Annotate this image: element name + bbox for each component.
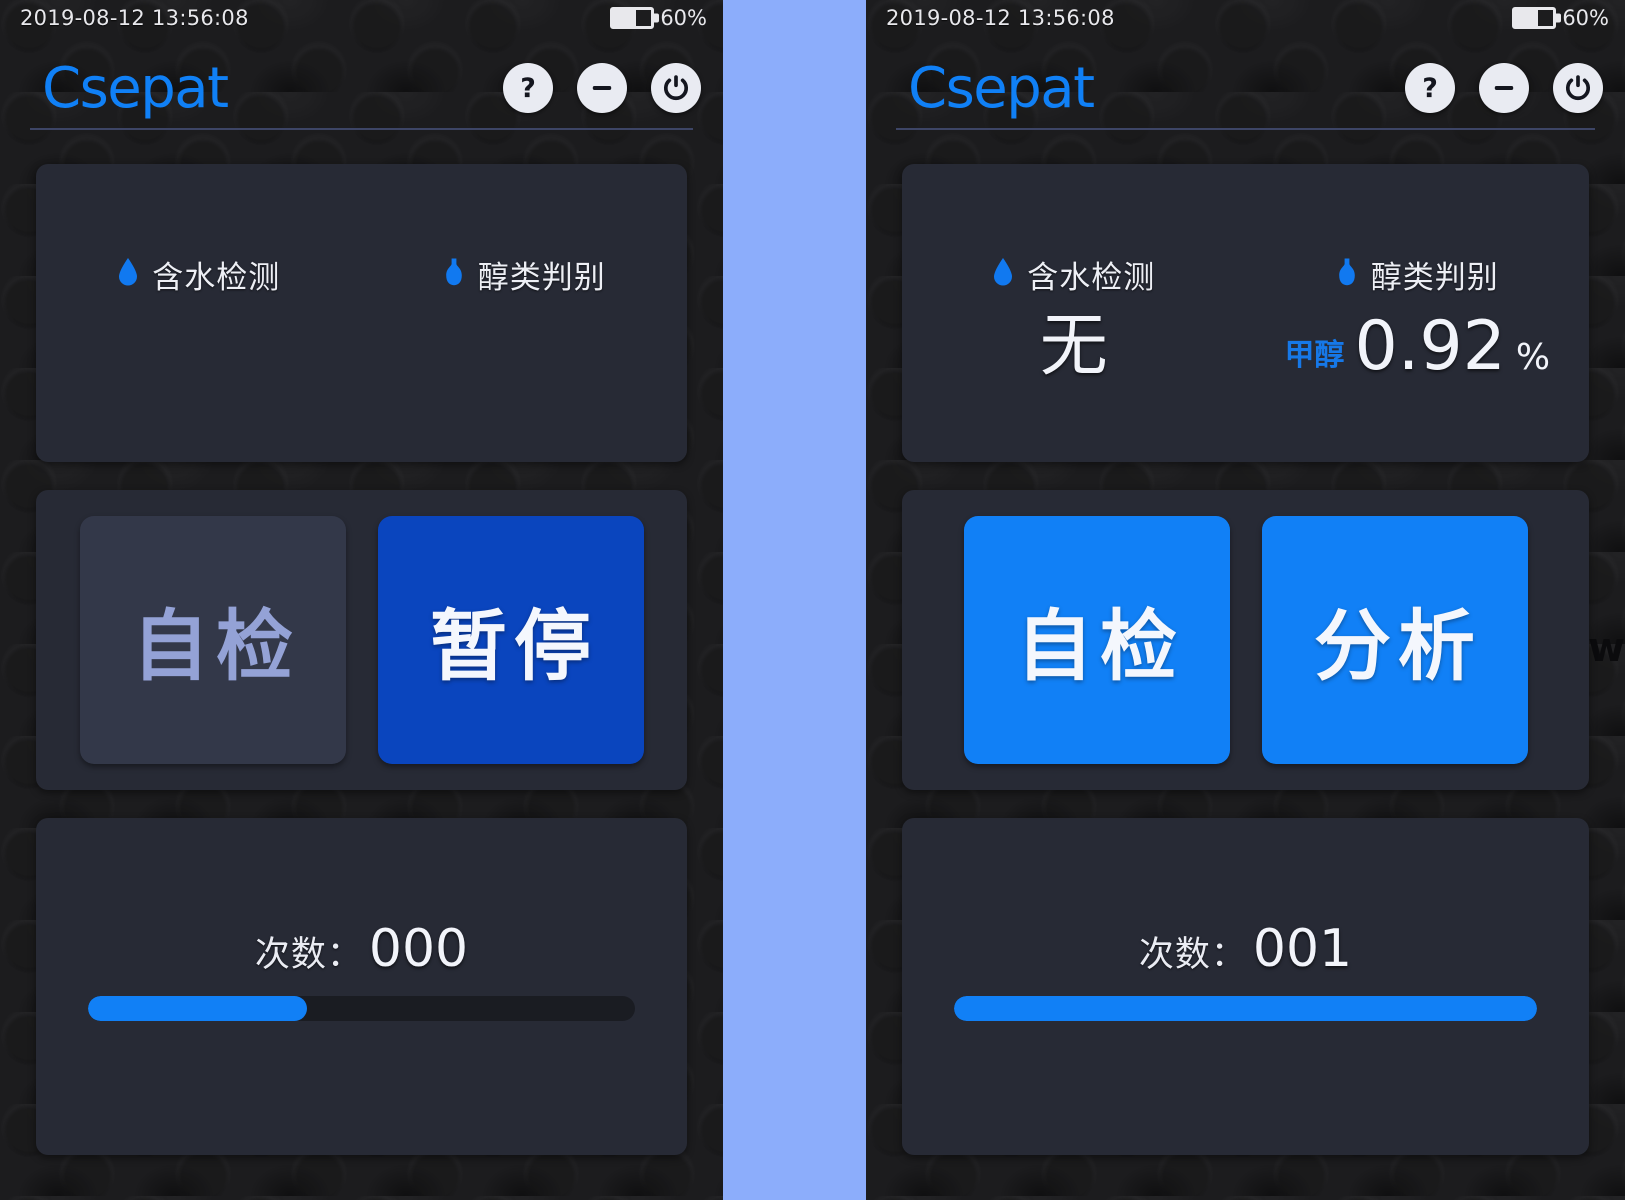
app-brand-title: Csepat [908,55,1095,121]
status-datetime: 2019-08-12 13:56:08 [886,6,1115,30]
water-result-label: 含水检测 [152,260,281,295]
action-card: 自检 分析 [902,490,1589,790]
progress-fill [954,996,1537,1021]
svg-text:?: ? [1422,73,1438,104]
alcohol-result-block: 醇类判别 [362,164,688,462]
water-drop-icon [992,257,1014,292]
self-check-button[interactable]: 自检 [963,516,1230,764]
power-icon[interactable] [1553,63,1603,113]
device-panel-right: 2019-08-12 13:56:08 60% Csepat ? 含水检测 无 … [866,0,1625,1200]
bottle-icon [443,257,465,292]
action-card: 自检 暂停 [36,490,687,790]
header-divider [896,128,1595,130]
alcohol-result-prefix: 甲醇 [1284,339,1345,372]
app-root: 2019-08-12 13:56:08 60% Csepat ? 含水检测 醇类… [0,0,1625,1200]
water-drop-icon [117,257,139,292]
status-datetime: 2019-08-12 13:56:08 [20,6,249,30]
status-bar: 2019-08-12 13:56:08 60% [866,0,1625,36]
svg-text:?: ? [520,73,536,104]
app-header: Csepat ? [866,46,1625,130]
progress-bar[interactable] [88,996,635,1021]
counter-value: 000 [368,919,469,979]
water-result-value: 无 [1039,307,1108,386]
header-divider [30,128,693,130]
status-bar: 2019-08-12 13:56:08 60% [0,0,723,36]
counter-value: 001 [1252,919,1353,979]
header-icon-group: ? [503,63,701,113]
water-result-value-row: 无 [1030,313,1118,381]
battery-icon [610,7,655,29]
result-card: 含水检测 醇类判别 [36,164,687,462]
analyze-button[interactable]: 分析 [1261,516,1528,764]
help-icon[interactable]: ? [503,63,553,113]
counter-label: 次数： [254,935,363,974]
water-result-block: 含水检测 无 [902,164,1246,462]
app-brand-title: Csepat [42,55,229,121]
battery-percent: 60% [1562,6,1609,30]
counter-label: 次数： [1138,935,1247,974]
app-header: Csepat ? [0,46,723,130]
bottle-icon [1336,257,1358,292]
counter-card: 次数： 001 [902,818,1589,1155]
battery-percent: 60% [660,6,707,30]
water-result-block: 含水检测 [36,164,362,462]
alcohol-result-block: 醇类判别 甲醇 0.92 % [1246,164,1590,462]
progress-fill [88,996,307,1021]
power-icon[interactable] [651,63,701,113]
alcohol-result-label: 醇类判别 [477,260,606,295]
pause-button[interactable]: 暂停 [377,516,644,764]
progress-bar[interactable] [954,996,1537,1021]
alcohol-result-label: 醇类判别 [1370,260,1499,295]
counter-card: 次数： 000 [36,818,687,1155]
alcohol-result-value: 0.92 [1354,307,1506,386]
alcohol-result-unit: % [1515,337,1551,378]
minimize-icon[interactable] [577,63,627,113]
self-check-button[interactable]: 自检 [79,516,346,764]
result-card: 含水检测 无 醇类判别 甲醇 0.92 % [902,164,1589,462]
alcohol-result-value-row: 甲醇 0.92 % [1284,313,1550,381]
status-battery-group: 60% [1512,6,1609,30]
header-icon-group: ? [1405,63,1603,113]
help-icon[interactable]: ? [1405,63,1455,113]
battery-icon [1512,7,1557,29]
status-battery-group: 60% [610,6,707,30]
minimize-icon[interactable] [1479,63,1529,113]
device-panel-left: 2019-08-12 13:56:08 60% Csepat ? 含水检测 醇类… [0,0,723,1200]
water-result-label: 含水检测 [1027,260,1156,295]
